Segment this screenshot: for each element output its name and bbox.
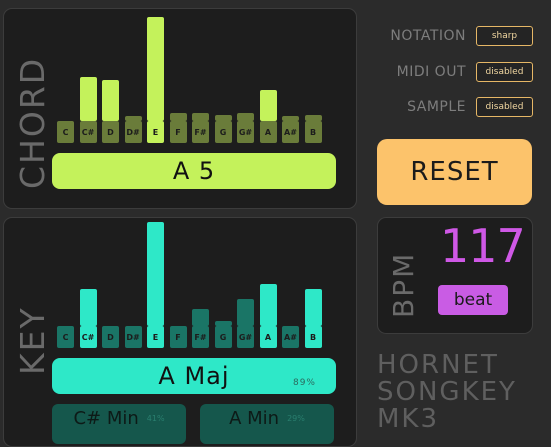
key-result-confidence: 89%	[292, 378, 316, 388]
chord-level-bar	[102, 80, 119, 121]
key-level-bar	[304, 289, 322, 326]
chord-note-g: G	[214, 121, 232, 143]
key-result-display: A Maj 89%	[52, 358, 336, 394]
chord-note-d: D	[102, 121, 119, 143]
key-note-csharp: C#	[79, 326, 97, 348]
key-alternative-1[interactable]: C# Min 41%	[52, 404, 186, 444]
key-note-b: B	[304, 326, 322, 348]
chord-level-bar	[147, 17, 164, 121]
chord-note-e: E	[147, 121, 164, 143]
key-alternative-2-label: A Min	[229, 408, 280, 429]
chord-note-gsharp: G#	[237, 121, 254, 143]
midi-out-setting: MIDI OUT disabled	[397, 62, 533, 82]
key-level-bar	[259, 284, 277, 326]
chord-level-bar	[79, 77, 97, 121]
notation-button[interactable]: sharp	[476, 26, 533, 46]
key-level-bar	[147, 222, 164, 326]
midi-out-button[interactable]: disabled	[476, 62, 533, 82]
chord-note-dsharp: D#	[124, 121, 142, 143]
key-result-text: A Maj	[158, 362, 230, 390]
bpm-value: 117	[440, 219, 526, 273]
chord-note-asharp: A#	[282, 121, 299, 143]
chord-level-bar	[237, 113, 254, 121]
key-note-g: G	[214, 326, 232, 348]
sample-setting: SAMPLE disabled	[407, 97, 533, 117]
beat-button[interactable]: beat	[438, 285, 508, 315]
chord-level-bar	[259, 90, 277, 121]
chord-note-c: C	[57, 121, 74, 143]
key-note-fsharp: F#	[192, 326, 209, 348]
midi-out-label: MIDI OUT	[396, 64, 466, 80]
key-level-bar	[237, 299, 254, 326]
chord-note-fsharp: F#	[192, 121, 209, 143]
chord-result-text: A 5	[172, 157, 216, 185]
key-alternative-1-label: C# Min	[73, 408, 139, 429]
sample-label: SAMPLE	[407, 99, 466, 115]
chord-level-bar	[169, 113, 187, 121]
key-alternative-2-pct: 29%	[287, 414, 305, 423]
key-level-bar	[192, 309, 209, 326]
key-note-gsharp: G#	[237, 326, 254, 348]
key-note-e: E	[147, 326, 164, 348]
chord-result-display: A 5	[52, 153, 336, 189]
key-level-bar	[79, 289, 97, 326]
chord-note-b: B	[304, 121, 322, 143]
sample-button[interactable]: disabled	[476, 97, 533, 117]
chord-panel: CHORD C C# D D# E F F# G G# A A# B A 5	[3, 8, 357, 209]
bpm-label: BPM	[387, 251, 420, 318]
key-note-f: F	[169, 326, 187, 348]
key-alternative-1-pct: 41%	[146, 414, 165, 423]
key-note-a: A	[259, 326, 277, 348]
key-panel: KEY C C# D D# E F F# G G# A A# B A Maj 89% C# Min 4…	[3, 217, 357, 447]
brand-line-3: MK3	[377, 404, 440, 434]
notation-label: NOTATION	[390, 28, 466, 44]
key-alternative-2[interactable]: A Min 29%	[200, 404, 334, 444]
key-note-d: D	[102, 326, 119, 348]
key-note-dsharp: D#	[124, 326, 142, 348]
reset-button[interactable]: RESET	[377, 139, 532, 205]
notation-setting: NOTATION sharp	[390, 26, 533, 46]
key-note-asharp: A#	[282, 326, 299, 348]
chord-note-a: A	[259, 121, 277, 143]
brand-line-1: HORNET	[377, 350, 499, 380]
brand-line-2: SONGKEY	[377, 377, 517, 407]
chord-note-csharp: C#	[79, 121, 97, 143]
chord-note-f: F	[169, 121, 187, 143]
key-note-c: C	[57, 326, 74, 348]
chord-level-bar	[192, 113, 209, 121]
